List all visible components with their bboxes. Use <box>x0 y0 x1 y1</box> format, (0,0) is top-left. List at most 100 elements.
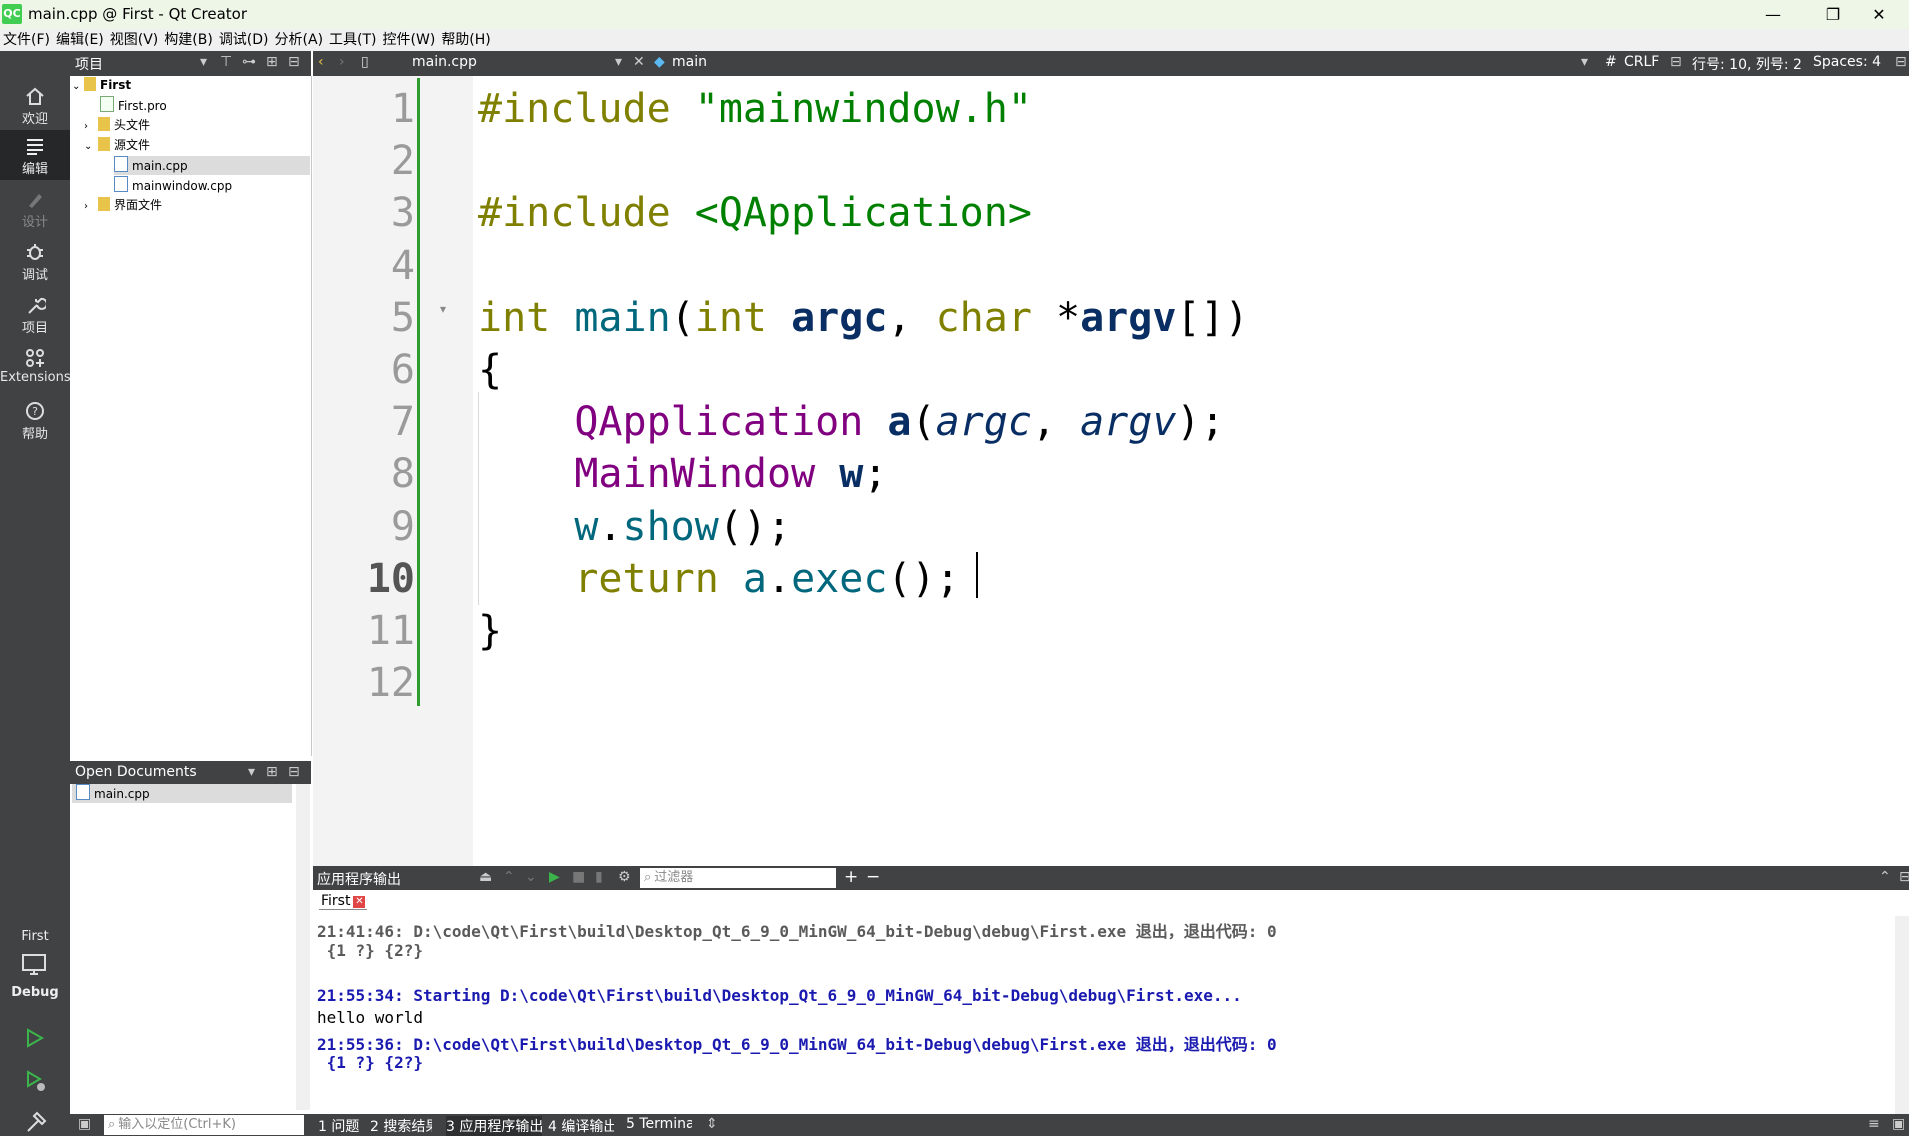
code-line[interactable]: #include "mainwindow.h" <box>478 86 1032 132</box>
close-pane-icon[interactable]: ⊟ <box>1899 869 1909 885</box>
more-tabs-icon[interactable]: ⇕ <box>706 1116 718 1132</box>
output-pane-title: 应用程序输出 <box>317 872 401 888</box>
locator-input[interactable]: ⌕ 输入以定位(Ctrl+K) <box>104 1115 304 1135</box>
filter-icon[interactable]: ⊤ <box>220 54 232 70</box>
code-line[interactable]: } <box>478 608 502 654</box>
chevron-down-icon[interactable]: ▾ <box>1581 54 1588 70</box>
tree-node-headers[interactable]: › 头文件 <box>84 116 310 135</box>
close-pane-icon[interactable]: ⊟ <box>288 54 300 70</box>
close-document-icon[interactable]: ✕ <box>633 54 645 70</box>
split-icon[interactable]: ⊞ <box>266 764 278 780</box>
document-selector[interactable]: main.cpp <box>412 54 477 70</box>
folder-icon <box>98 117 110 131</box>
split-icon[interactable]: ⊟ <box>1895 54 1907 70</box>
tree-node-mainwindow-cpp[interactable]: mainwindow.cpp <box>114 176 310 195</box>
minimize-button[interactable]: — <box>1743 0 1803 29</box>
tab-application-output[interactable]: 3 应用程序输出 <box>446 1116 542 1136</box>
indent-setting[interactable]: Spaces: 4 <box>1813 54 1881 70</box>
encoding-icon[interactable]: ⊟ <box>1670 54 1682 70</box>
kit-selector[interactable] <box>22 953 48 981</box>
mode-extensions[interactable]: Extensions <box>0 342 71 392</box>
progress-icon[interactable]: ≡ <box>1868 1116 1880 1132</box>
back-icon[interactable]: ‹ <box>318 54 324 70</box>
filter-input[interactable]: ⌕ 过滤器 <box>640 868 836 888</box>
mode-welcome[interactable]: 欢迎 <box>0 80 70 130</box>
toggle-right-sidebar-icon[interactable]: ▣ <box>1892 1116 1905 1132</box>
tab-compile-output[interactable]: 4 编译输出 <box>548 1116 614 1136</box>
menu-view[interactable]: 视图(V) <box>107 29 162 51</box>
chevron-down-icon[interactable]: ⌄ <box>84 137 98 156</box>
up-icon[interactable]: ⌃ <box>503 869 515 885</box>
chevron-right-icon[interactable]: › <box>84 117 98 136</box>
code-line[interactable]: MainWindow w; <box>478 451 887 497</box>
zoom-in-icon[interactable]: + <box>844 867 858 887</box>
down-icon[interactable]: ⌄ <box>525 869 537 885</box>
split-icon[interactable]: ⊞ <box>266 54 278 70</box>
mode-edit[interactable]: 编辑 <box>0 130 70 180</box>
output-tab-label: First <box>321 893 351 909</box>
menu-file[interactable]: 文件(F) <box>0 29 53 51</box>
menu-tools[interactable]: 工具(T) <box>326 29 379 51</box>
tree-node-pro-file[interactable]: First.pro <box>100 96 310 115</box>
menu-debug[interactable]: 调试(D) <box>216 29 272 51</box>
output-tab-first[interactable]: First ✕ <box>319 893 368 910</box>
rerun-icon[interactable]: ▶ <box>549 869 560 885</box>
code-line[interactable]: w.show(); <box>478 504 791 550</box>
fold-marker-icon[interactable]: ▾ <box>440 302 446 316</box>
symbol-selector[interactable]: main <box>672 54 707 70</box>
chevron-down-icon[interactable]: ▾ <box>248 764 255 780</box>
code-token: char <box>935 294 1056 341</box>
stop-icon[interactable]: ■ <box>572 869 585 885</box>
scrollbar[interactable] <box>1895 916 1909 1114</box>
close-button[interactable]: ✕ <box>1849 0 1909 29</box>
code-line[interactable]: QApplication a(argc, argv); <box>478 399 1224 445</box>
tree-node-main-cpp[interactable]: main.cpp <box>114 156 310 175</box>
maximize-pane-icon[interactable]: ⌃ <box>1879 869 1891 885</box>
mode-help[interactable]: ? 帮助 <box>0 395 70 445</box>
mode-debug[interactable]: 调试 <box>0 236 70 286</box>
tab-terminal[interactable]: 5 Terminal <box>626 1116 692 1132</box>
menu-edit[interactable]: 编辑(E) <box>53 29 107 51</box>
code-line[interactable]: #include <QApplication> <box>478 190 1032 236</box>
menu-help[interactable]: 帮助(H) <box>438 29 493 51</box>
code-line[interactable]: int main(int argc, char *argv[]) <box>478 295 1249 341</box>
mode-design[interactable]: 设计 <box>0 183 70 233</box>
chevron-right-icon[interactable]: › <box>84 197 98 216</box>
tab-issues[interactable]: 1 问题 <box>318 1116 372 1136</box>
tree-node-sources[interactable]: ⌄ 源文件 <box>84 136 310 155</box>
forward-icon[interactable]: › <box>339 54 345 70</box>
close-tab-icon[interactable]: ✕ <box>353 896 366 908</box>
zoom-out-icon[interactable]: − <box>866 867 880 887</box>
menu-analyze[interactable]: 分析(A) <box>272 29 327 51</box>
code-token: int <box>694 294 792 341</box>
line-ending-selector[interactable]: CRLF <box>1624 54 1659 70</box>
mode-projects[interactable]: 项目 <box>0 289 70 339</box>
run-button[interactable] <box>24 1027 46 1053</box>
chevron-down-icon[interactable]: ▾ <box>200 54 207 70</box>
scrollbar[interactable] <box>296 784 310 1110</box>
code-line[interactable]: { <box>478 347 502 393</box>
menu-widgets[interactable]: 控件(W) <box>380 29 439 51</box>
cpp-file-icon <box>114 176 128 192</box>
attach-icon[interactable]: ⏏ <box>479 869 492 885</box>
chevron-down-icon[interactable]: ▾ <box>615 54 622 70</box>
tab-search-results[interactable]: 2 搜索结果 <box>370 1116 432 1136</box>
menu-build[interactable]: 构建(B) <box>161 29 216 51</box>
tree-node-project[interactable]: ⌄ First <box>72 76 310 95</box>
open-documents-title[interactable]: Open Documents <box>75 764 197 780</box>
tree-node-forms[interactable]: › 界面文件 <box>84 196 310 215</box>
chevron-down-icon[interactable]: ⌄ <box>72 77 84 96</box>
project-pane-title[interactable]: 项目 <box>75 54 103 74</box>
cursor-position[interactable]: 行号: 10, 列号: 2 <box>1692 54 1802 74</box>
toggle-sidebar-icon[interactable]: ▣ <box>78 1116 91 1132</box>
link-icon[interactable]: ⊶ <box>242 54 256 70</box>
close-pane-icon[interactable]: ⊟ <box>288 764 300 780</box>
debug-run-button[interactable] <box>24 1069 48 1097</box>
output-line: {1 ?} {2?} <box>317 1053 423 1072</box>
code-line[interactable]: return a.exec(); <box>478 556 959 602</box>
settings-icon[interactable]: ⚙ <box>618 869 631 885</box>
application-output[interactable]: 21:41:46: D:\code\Qt\First\build\Desktop… <box>313 916 1909 1114</box>
build-button[interactable] <box>24 1111 48 1139</box>
debug-stop-icon[interactable]: ▮ <box>595 869 603 885</box>
open-document-item[interactable]: main.cpp <box>72 784 292 803</box>
